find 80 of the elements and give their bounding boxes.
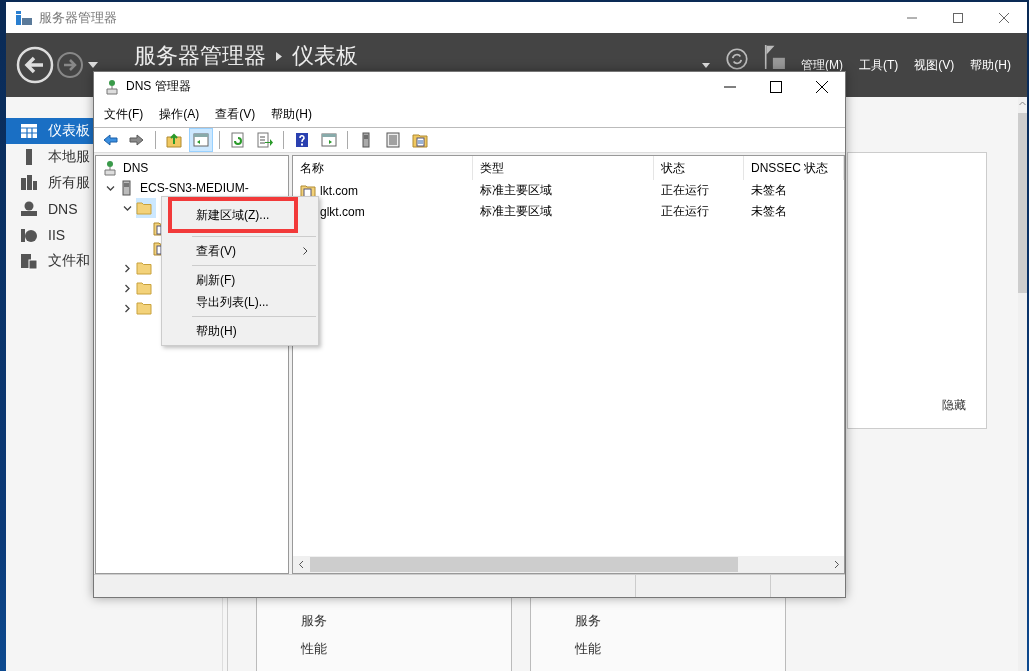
table-cell: 未签名 — [751, 182, 787, 199]
table-cell: glkt.com — [320, 204, 365, 219]
table-cell: 正在运行 — [661, 182, 709, 199]
menu-item[interactable]: 文件(F) — [104, 105, 144, 123]
scroll-left-icon[interactable] — [297, 560, 304, 569]
folder-icon — [136, 200, 152, 216]
expanded-chevron-icon[interactable] — [123, 203, 132, 213]
menu-item[interactable]: 操作(A) — [159, 105, 200, 123]
back-icon — [102, 132, 118, 148]
menu-item[interactable]: 视图(V) — [914, 56, 955, 74]
window-title: 服务器管理器 — [39, 8, 117, 27]
column-header[interactable]: 状态 — [654, 156, 744, 180]
context-menu-item[interactable]: 刷新(F) — [162, 269, 318, 291]
column-header[interactable]: 类型 — [473, 156, 654, 180]
app-icon — [16, 9, 32, 26]
scroll-right-icon[interactable] — [833, 560, 840, 569]
breadcrumb-item: 仪表板 — [292, 44, 358, 68]
vertical-scrollbar[interactable] — [1018, 97, 1027, 671]
context-menu-item[interactable]: 新建区域(Z)... — [168, 197, 298, 233]
nav-item[interactable]: 本地服 — [6, 144, 93, 170]
column-header[interactable]: DNSSEC 状态 — [744, 156, 844, 180]
table-cell: lkt.com — [320, 183, 358, 198]
folder-icon — [136, 280, 152, 296]
network-icon — [104, 78, 120, 95]
window-title: DNS 管理器 — [126, 78, 191, 95]
menu-item[interactable]: 帮助(H) — [271, 105, 312, 123]
servers-icon — [20, 174, 38, 192]
dashboard-icon — [20, 122, 38, 140]
menu-item[interactable]: 管理(M) — [801, 56, 843, 74]
refresh-icon[interactable] — [726, 48, 748, 70]
collapsed-chevron-icon[interactable] — [123, 283, 132, 293]
dropdown-caret-icon[interactable] — [88, 62, 98, 68]
nav-item[interactable]: 文件和 — [6, 248, 93, 274]
menu-item[interactable]: 工具(T) — [859, 56, 899, 74]
table-cell: 正在运行 — [661, 203, 709, 220]
folder-icon — [136, 300, 152, 316]
help-icon — [294, 132, 310, 148]
table-cell: 未签名 — [751, 203, 787, 220]
action-pane-icon — [321, 132, 337, 148]
table-cell: 标准主要区域 — [480, 203, 552, 220]
console-tree-icon — [193, 132, 209, 148]
context-menu-item[interactable]: 查看(V) — [162, 240, 318, 262]
console-tree-toolbar-button[interactable] — [189, 128, 213, 152]
menu-item[interactable]: 帮助(H) — [970, 56, 1011, 74]
collapsed-chevron-icon[interactable] — [123, 303, 132, 313]
refresh-icon — [230, 132, 246, 148]
folder-icon — [136, 260, 152, 276]
nav-item[interactable]: IIS — [6, 222, 93, 248]
card-item[interactable]: 服务 — [575, 612, 785, 630]
up-icon — [166, 132, 182, 148]
files-icon — [20, 252, 38, 270]
tree-item[interactable]: DNS — [102, 158, 153, 178]
nav-item[interactable]: DNS — [6, 196, 93, 222]
context-menu-item[interactable]: 帮助(H) — [162, 320, 318, 342]
hide-link[interactable]: 隐藏 — [942, 397, 966, 414]
nav-item[interactable]: 所有服 — [6, 170, 93, 196]
breadcrumb-separator-icon — [276, 51, 282, 61]
close-button[interactable] — [816, 80, 828, 93]
collapsed-chevron-icon[interactable] — [123, 263, 132, 273]
nav-item[interactable]: 仪表板 — [6, 118, 93, 144]
maximize-button[interactable] — [770, 80, 782, 93]
card-item[interactable]: 性能 — [301, 640, 511, 658]
horizontal-scrollbar[interactable] — [293, 556, 844, 573]
context-menu-item[interactable]: 导出列表(L)... — [162, 291, 318, 313]
card-item[interactable]: 服务 — [301, 612, 511, 630]
forward-icon — [129, 132, 145, 148]
network-icon — [102, 160, 118, 176]
back-button[interactable] — [16, 46, 54, 84]
menu-item[interactable]: 查看(V) — [215, 105, 256, 123]
dropdown-caret-icon[interactable] — [702, 62, 710, 68]
properties-icon — [412, 132, 428, 148]
table-cell: 标准主要区域 — [480, 182, 552, 199]
export-icon — [257, 132, 273, 148]
card-item[interactable]: 性能 — [575, 640, 785, 658]
flag-icon[interactable] — [764, 45, 785, 69]
tree-item[interactable]: ECS-SN3-MEDIUM- — [119, 178, 253, 198]
zone-file-icon — [300, 182, 316, 199]
column-header[interactable]: 名称 — [293, 156, 473, 180]
expanded-chevron-icon[interactable] — [106, 183, 115, 193]
breadcrumb-item: 服务器管理器 — [134, 44, 266, 68]
